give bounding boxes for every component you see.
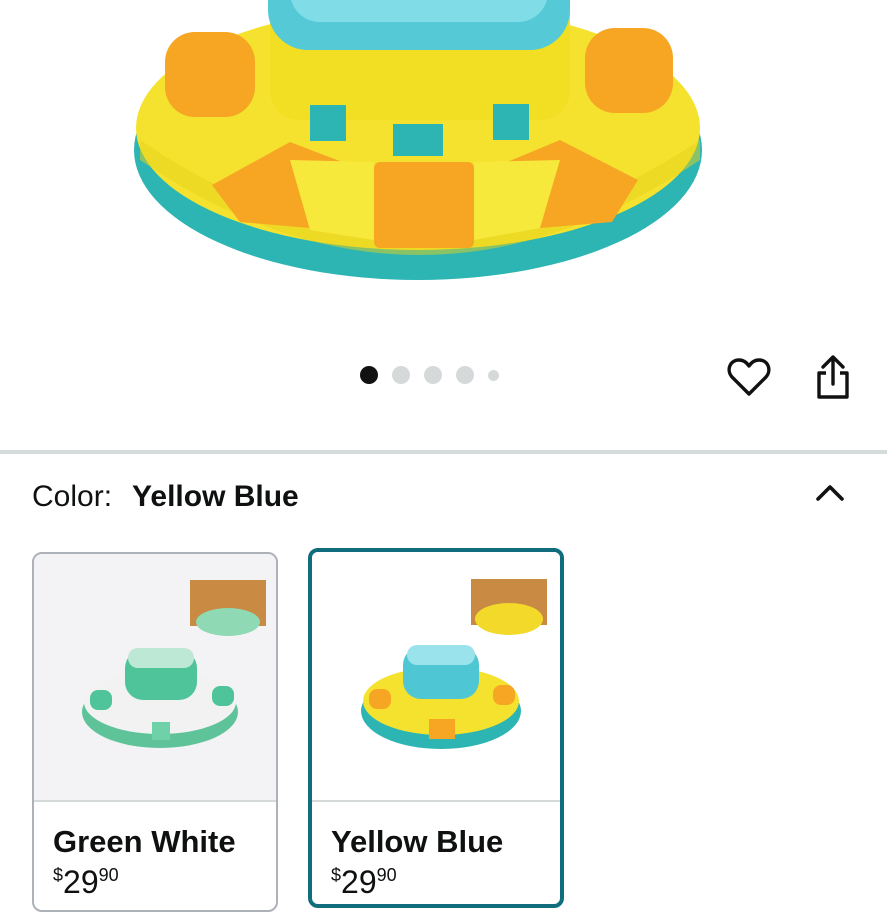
swatch-product-thumbnail	[82, 580, 266, 748]
section-divider	[0, 450, 887, 454]
swatch-image	[312, 552, 560, 802]
heart-icon	[727, 358, 771, 396]
carousel-dot[interactable]	[424, 366, 442, 384]
price-whole: 29	[341, 864, 377, 900]
favorite-button[interactable]	[724, 352, 774, 402]
product-image-graphic	[134, 0, 702, 280]
swatch-green-white[interactable]: Green White $2990	[32, 552, 278, 912]
variation-label: Color:	[32, 480, 113, 513]
chevron-up-icon	[816, 485, 844, 501]
price-fraction: 90	[98, 865, 119, 885]
variation-selected-value: Yellow Blue	[132, 480, 299, 513]
price-symbol: $	[53, 865, 64, 885]
product-image[interactable]	[0, 0, 887, 340]
collapse-button[interactable]	[806, 474, 854, 510]
swatch-price: $2990	[331, 866, 560, 898]
swatch-image	[34, 554, 276, 802]
carousel-indicator[interactable]	[360, 366, 499, 384]
swatch-yellow-blue[interactable]: Yellow Blue $2990	[308, 548, 564, 908]
price-whole: 29	[63, 864, 99, 900]
carousel-dot[interactable]	[456, 366, 474, 384]
swatch-price: $2990	[53, 866, 276, 898]
share-icon	[817, 355, 849, 399]
price-fraction: 90	[376, 865, 397, 885]
swatch-name: Green White	[53, 824, 236, 859]
share-button[interactable]	[808, 352, 858, 402]
swatch-product-thumbnail	[361, 579, 547, 749]
carousel-dot[interactable]	[488, 369, 499, 381]
price-symbol: $	[331, 865, 342, 885]
variation-header: Color: Yellow Blue	[32, 480, 299, 514]
carousel-dot-active[interactable]	[360, 366, 378, 384]
carousel-dot[interactable]	[392, 366, 410, 384]
swatch-name: Yellow Blue	[331, 824, 504, 859]
